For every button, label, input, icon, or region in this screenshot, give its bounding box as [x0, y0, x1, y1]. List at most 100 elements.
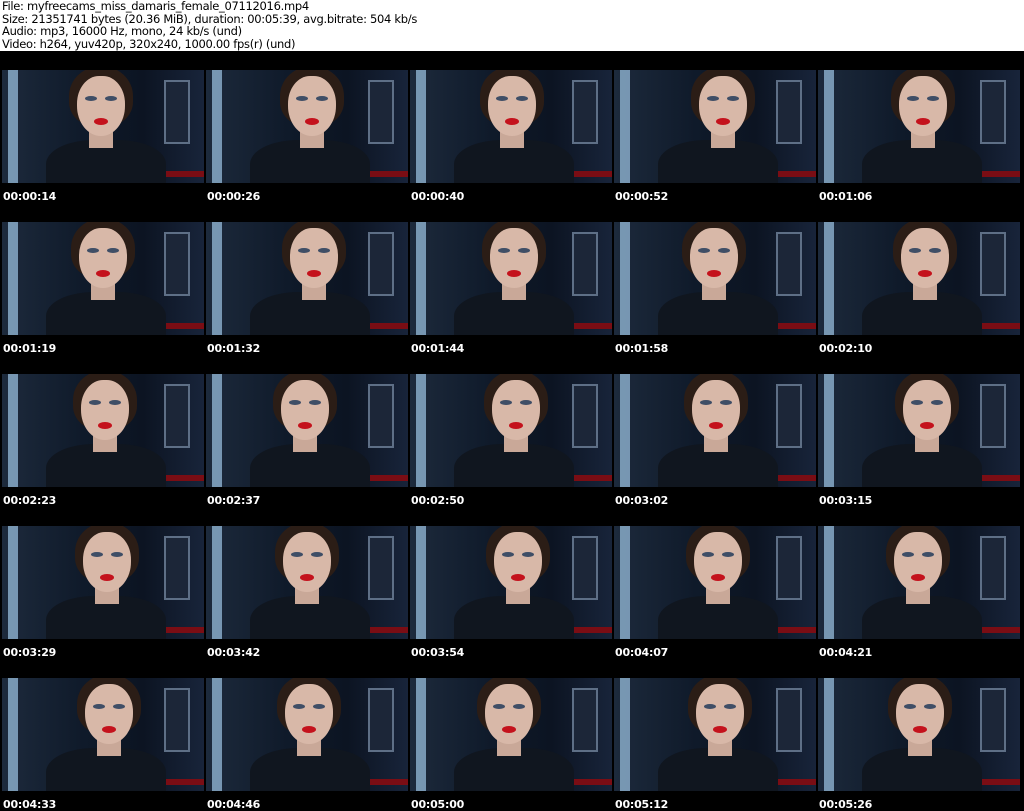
background-stripe — [620, 222, 630, 335]
eye — [87, 248, 99, 253]
eye — [522, 552, 534, 557]
thumbnail[interactable]: 00:02:37 — [206, 355, 408, 507]
background-stripe — [212, 678, 222, 791]
timestamp: 00:04:07 — [615, 646, 669, 659]
video-frame — [410, 374, 612, 487]
background-poster — [572, 688, 598, 752]
eye — [493, 704, 505, 709]
timestamp: 00:00:14 — [3, 190, 57, 203]
thumbnail[interactable]: 00:04:33 — [2, 659, 204, 811]
timestamp: 00:05:26 — [819, 798, 873, 811]
eye — [722, 552, 734, 557]
thumbnail[interactable]: 00:03:02 — [614, 355, 816, 507]
eye — [311, 552, 323, 557]
eye — [720, 400, 732, 405]
thumbnail[interactable]: 00:01:32 — [206, 203, 408, 355]
background-chair — [980, 779, 1020, 785]
background-chair — [776, 171, 816, 177]
video-info: Video: h264, yuv420p, 320x240, 1000.00 f… — [2, 36, 296, 51]
background-poster — [572, 536, 598, 600]
thumbnail[interactable]: 00:00:14 — [2, 51, 204, 203]
eye — [289, 400, 301, 405]
figure-face — [903, 380, 951, 440]
timestamp: 00:01:32 — [207, 342, 261, 355]
video-frame — [410, 222, 612, 335]
video-frame — [206, 678, 408, 791]
background-poster — [980, 384, 1006, 448]
eye — [316, 96, 328, 101]
thumbnail[interactable]: 00:03:54 — [410, 507, 612, 659]
thumbnail[interactable]: 00:00:52 — [614, 51, 816, 203]
thumbnail[interactable]: 00:04:46 — [206, 659, 408, 811]
thumbnail[interactable]: 00:00:40 — [410, 51, 612, 203]
background-stripe — [416, 678, 426, 791]
background-poster — [368, 688, 394, 752]
file-name: File: myfreecams_miss_damaris_female_071… — [2, 0, 309, 13]
lips — [505, 118, 519, 125]
background-stripe — [824, 526, 834, 639]
thumbnail[interactable]: 00:03:42 — [206, 507, 408, 659]
timestamp: 00:02:23 — [3, 494, 57, 507]
timestamp: 00:03:29 — [3, 646, 57, 659]
figure-face — [692, 380, 740, 440]
thumbnail[interactable]: 00:05:12 — [614, 659, 816, 811]
background-chair — [980, 171, 1020, 177]
thumbnail[interactable]: 00:02:50 — [410, 355, 612, 507]
background-stripe — [416, 222, 426, 335]
lips — [713, 726, 727, 733]
figure-face — [690, 228, 738, 288]
video-frame — [818, 678, 1020, 791]
thumbnail[interactable]: 00:01:58 — [614, 203, 816, 355]
eye — [909, 248, 921, 253]
eye — [496, 96, 508, 101]
thumbnail[interactable]: 00:01:06 — [818, 51, 1020, 203]
thumbnail[interactable]: 00:03:15 — [818, 355, 1020, 507]
figure-face — [488, 76, 536, 136]
background-stripe — [8, 526, 18, 639]
thumbnail[interactable]: 00:02:23 — [2, 355, 204, 507]
background-poster — [776, 688, 802, 752]
eye — [724, 704, 736, 709]
thumbnail[interactable]: 00:03:29 — [2, 507, 204, 659]
thumbnail[interactable]: 00:04:07 — [614, 507, 816, 659]
thumbnail[interactable]: 00:01:19 — [2, 203, 204, 355]
thumbnail[interactable]: 00:05:00 — [410, 659, 612, 811]
thumbnail[interactable]: 00:04:21 — [818, 507, 1020, 659]
eye — [85, 96, 97, 101]
eye — [702, 552, 714, 557]
timestamp: 00:04:33 — [3, 798, 57, 811]
video-frame — [2, 374, 204, 487]
background-poster — [980, 688, 1006, 752]
background-poster — [572, 232, 598, 296]
video-frame — [2, 526, 204, 639]
eye — [298, 248, 310, 253]
timestamp: 00:02:37 — [207, 494, 261, 507]
video-frame — [2, 70, 204, 183]
figure-face — [83, 532, 131, 592]
lips — [916, 118, 930, 125]
timestamp: 00:05:00 — [411, 798, 465, 811]
eye — [107, 248, 119, 253]
video-frame — [2, 222, 204, 335]
background-stripe — [212, 526, 222, 639]
eye — [513, 704, 525, 709]
background-stripe — [620, 374, 630, 487]
background-stripe — [416, 526, 426, 639]
eye — [113, 704, 125, 709]
timestamp: 00:00:52 — [615, 190, 669, 203]
background-chair — [164, 475, 204, 481]
figure-face — [492, 380, 540, 440]
thumbnail[interactable]: 00:02:10 — [818, 203, 1020, 355]
thumbnail[interactable]: 00:00:26 — [206, 51, 408, 203]
background-chair — [368, 171, 408, 177]
thumbnail[interactable]: 00:01:44 — [410, 203, 612, 355]
background-chair — [572, 323, 612, 329]
lips — [300, 574, 314, 581]
background-chair — [980, 475, 1020, 481]
background-poster — [164, 688, 190, 752]
background-chair — [368, 627, 408, 633]
figure-face — [290, 228, 338, 288]
thumbnail[interactable]: 00:05:26 — [818, 659, 1020, 811]
background-chair — [164, 323, 204, 329]
video-frame — [614, 374, 816, 487]
